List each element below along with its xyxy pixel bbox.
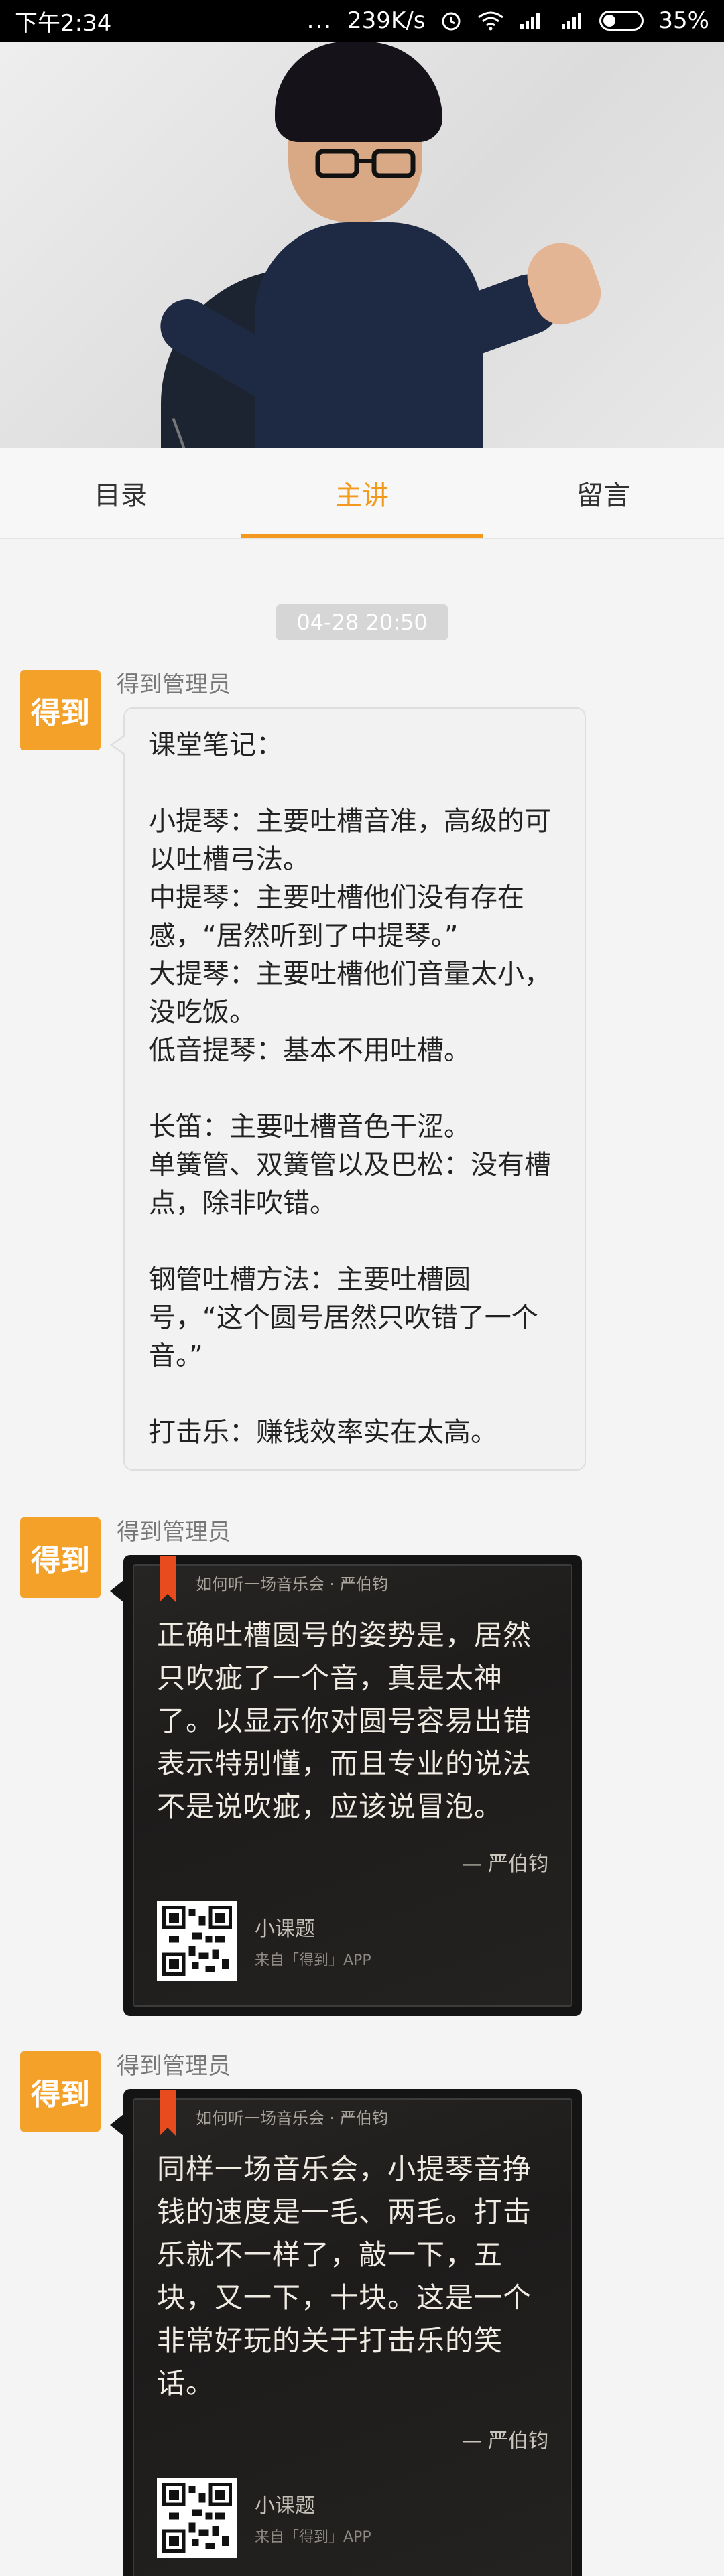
bookmark-icon xyxy=(160,2090,176,2136)
card-author: — 严伯钧 xyxy=(461,2429,548,2453)
sender-name: 得到管理员 xyxy=(117,2053,231,2080)
sender-name: 得到管理员 xyxy=(117,671,231,698)
status-dots: ... xyxy=(306,7,333,34)
text-bubble[interactable]: 课堂笔记： 小提琴：主要吐槽音准，高级的可以吐槽弓法。 中提琴：主要吐槽他们没有… xyxy=(110,707,586,1471)
battery-icon xyxy=(599,11,644,31)
bookmark-icon xyxy=(160,1556,176,1602)
message-timestamp: 04-28 20:50 xyxy=(276,604,448,640)
qr-code-icon xyxy=(157,1901,237,1981)
avatar[interactable]: 得到 xyxy=(20,670,101,750)
tab-catalog[interactable]: 目录 xyxy=(0,448,241,538)
card-quote: 同样一场音乐会，小提琴音挣钱的速度是一毛、两毛。打击乐就不一样了，敲一下，五块，… xyxy=(157,2153,532,2400)
quote-card-inner: 如何听一场音乐会 · 严伯钧 正确吐槽圆号的姿势是，居然只吹疵了一个音，真是太神… xyxy=(133,1556,572,2007)
tab-bar: 目录 主讲 留言 xyxy=(0,448,724,539)
status-bar: 下午2:34 ... 239K/s 35% xyxy=(0,0,724,42)
status-time: 下午2:34 xyxy=(15,9,112,37)
quote-card[interactable]: 如何听一场音乐会 · 严伯钧 正确吐槽圆号的姿势是，居然只吹疵了一个音，真是太神… xyxy=(110,1555,582,2016)
card-footer: 小课题 来自「得到」APP xyxy=(157,1901,548,1981)
avatar[interactable]: 得到 xyxy=(20,2051,101,2132)
wifi-icon xyxy=(477,11,504,31)
card-footer: 小课题 来自「得到」APP xyxy=(157,2478,548,2558)
card-course-tag: 如何听一场音乐会 · 严伯钧 xyxy=(196,1575,388,1594)
glasses-icon xyxy=(315,149,416,178)
alarm-icon xyxy=(440,9,463,32)
card-footer-source: 来自「得到」APP xyxy=(255,1952,371,1969)
quote-card[interactable]: 如何听一场音乐会 · 严伯钧 同样一场音乐会，小提琴音挣钱的速度是一毛、两毛。打… xyxy=(110,2089,582,2576)
card-footer-source: 来自「得到」APP xyxy=(255,2529,371,2546)
card-quote: 正确吐槽圆号的姿势是，居然只吹疵了一个音，真是太神了。以显示你对圆号容易出错表示… xyxy=(157,1619,532,1823)
avatar[interactable]: 得到 xyxy=(20,1517,101,1598)
battery-percent: 35% xyxy=(658,7,709,34)
network-speed: 239K/s xyxy=(347,7,426,34)
signal-4g-icon xyxy=(519,11,546,31)
card-course-tag: 如何听一场音乐会 · 严伯钧 xyxy=(196,2109,388,2128)
lecturer-portrait-image xyxy=(0,42,724,448)
sender-name: 得到管理员 xyxy=(117,1519,231,1546)
quote-card-inner: 如何听一场音乐会 · 严伯钧 同样一场音乐会，小提琴音挣钱的速度是一毛、两毛。打… xyxy=(133,2090,572,2576)
card-footer-title: 小课题 xyxy=(255,2494,315,2518)
card-author: — 严伯钧 xyxy=(461,1852,548,1876)
tab-lecturer[interactable]: 主讲 xyxy=(241,448,483,538)
card-footer-title: 小课题 xyxy=(255,1917,315,1941)
signal-icon xyxy=(560,11,585,31)
tab-comments[interactable]: 留言 xyxy=(483,448,724,538)
qr-code-icon xyxy=(157,2478,237,2558)
status-right: ... 239K/s 35% xyxy=(307,7,709,34)
